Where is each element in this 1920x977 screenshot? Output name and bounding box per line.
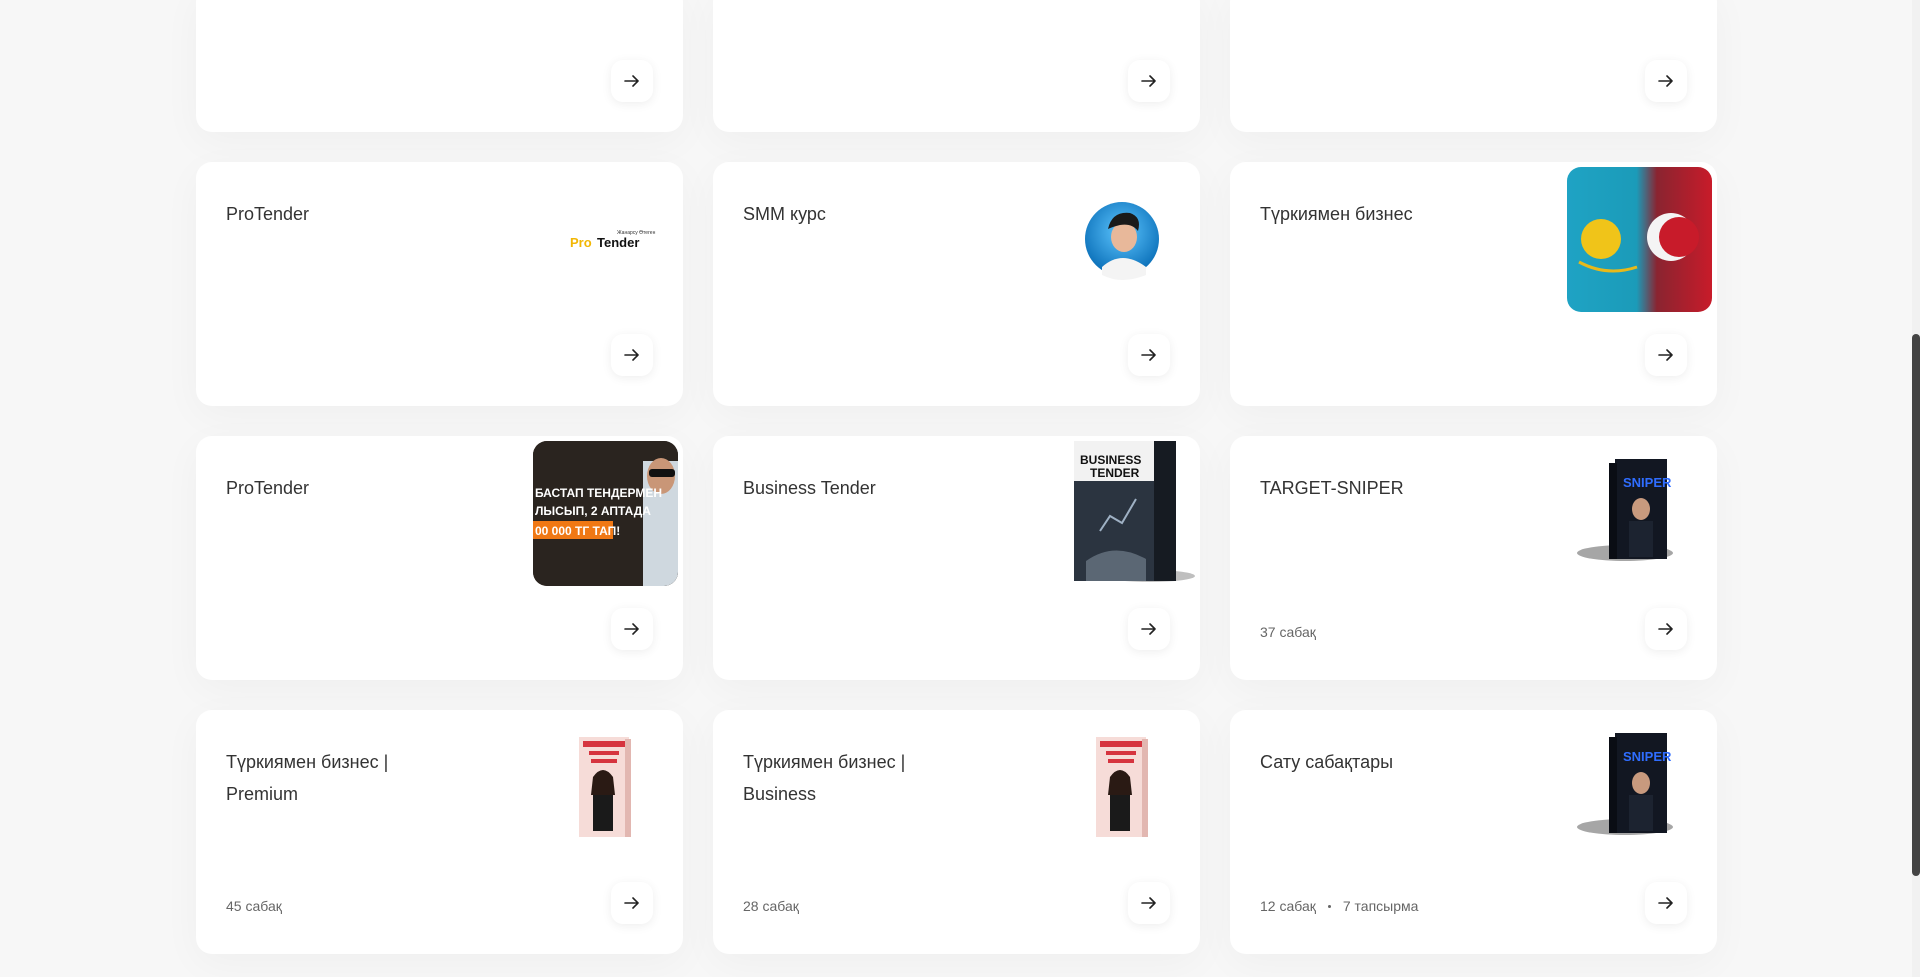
course-title: Түркиямен бизнес | Premium	[226, 752, 389, 804]
open-course-button[interactable]	[1645, 60, 1687, 102]
open-course-button[interactable]	[1128, 334, 1170, 376]
arrow-right-icon	[1658, 349, 1673, 361]
arrow-right-icon	[624, 623, 639, 635]
arrow-right-icon	[1141, 623, 1156, 635]
sniper-box-word: SNIPER	[1623, 475, 1672, 490]
arrow-right-icon	[1658, 75, 1673, 87]
course-title: TARGET-SNIPER	[1260, 478, 1404, 498]
course-meta: 28 сабақ	[743, 898, 799, 914]
course-card-target-sniper[interactable]: TARGET-SNIPER SNIPER 37 сабақ	[1230, 436, 1717, 680]
protender-logo-pro: Pro	[570, 235, 592, 250]
course-card[interactable]	[1230, 0, 1717, 132]
course-meta: 37 сабақ	[1260, 624, 1316, 640]
course-card-smm[interactable]: SMM курс	[713, 162, 1200, 406]
course-card-turkey-premium[interactable]: Түркиямен бизнес | Premium 45 сабақ	[196, 710, 683, 954]
course-title: ProTender	[226, 204, 310, 224]
course-image-turkey-book	[533, 715, 678, 860]
course-card-sales-lessons[interactable]: Сату сабақтары SNIPER 12 сабақ 7 тапсырм…	[1230, 710, 1717, 954]
arrow-right-icon	[1141, 349, 1156, 361]
course-title: Business Tender	[743, 478, 876, 498]
open-course-button[interactable]	[1128, 60, 1170, 102]
course-image-business-tender-box: BUSINESS TENDER	[1050, 441, 1195, 586]
course-card-protender-promo[interactable]: ProTender БАСТАП ТЕНДЕРМЕН ЛЫСЫП, 2 АПТА…	[196, 436, 683, 680]
open-course-button[interactable]	[611, 60, 653, 102]
task-count: 7 тапсырма	[1342, 898, 1419, 914]
arrow-right-icon	[624, 75, 639, 87]
course-image-protender-promo: БАСТАП ТЕНДЕРМЕН ЛЫСЫП, 2 АПТАДА 00 000 …	[533, 441, 678, 586]
course-title: Түркиямен бизнес	[1260, 204, 1413, 224]
course-card-turkey-business[interactable]: Түркиямен бизнес	[1230, 162, 1717, 406]
promo-line-2: ЛЫСЫП, 2 АПТАДА	[535, 504, 651, 518]
box-line-2: TENDER	[1090, 466, 1140, 480]
arrow-right-icon	[1658, 623, 1673, 635]
course-title: ProTender	[226, 478, 310, 498]
lesson-count: 45 сабақ	[226, 898, 282, 914]
scrollbar-thumb[interactable]	[1912, 334, 1920, 876]
open-course-button[interactable]	[611, 608, 653, 650]
course-image-person-avatar	[1050, 167, 1195, 312]
arrow-right-icon	[1141, 75, 1156, 87]
open-course-button[interactable]	[1645, 882, 1687, 924]
sniper-box-word: SNIPER	[1623, 749, 1672, 764]
course-card-business-tender[interactable]: Business Tender BUSINESS TENDER	[713, 436, 1200, 680]
course-title: Сату сабақтары	[1260, 752, 1394, 772]
course-image-sniper-box: SNIPER	[1567, 715, 1712, 860]
course-image-protender-logo: Жанарсу Өтеген Pro Tender	[533, 167, 678, 312]
course-meta: 45 сабақ	[226, 898, 282, 914]
protender-logo-tender: Tender	[597, 235, 639, 250]
course-image-kz-tr-flags	[1567, 167, 1712, 312]
open-course-button[interactable]	[611, 882, 653, 924]
open-course-button[interactable]	[1128, 882, 1170, 924]
arrow-right-icon	[624, 349, 639, 361]
course-meta: 12 сабақ 7 тапсырма	[1260, 898, 1418, 914]
course-card[interactable]	[713, 0, 1200, 132]
box-line-1: BUSINESS	[1080, 453, 1141, 467]
lesson-count: 12 сабақ	[1260, 898, 1316, 914]
arrow-right-icon	[624, 897, 639, 909]
open-course-button[interactable]	[1128, 608, 1170, 650]
promo-line-3: 00 000 ТГ ТАП!	[535, 524, 620, 538]
open-course-button[interactable]	[1645, 334, 1687, 376]
course-card-turkey-business-plan[interactable]: Түркиямен бизнес | Business 28 сабақ	[713, 710, 1200, 954]
course-title: Түркиямен бизнес | Business	[743, 752, 906, 804]
meta-separator-dot	[1327, 904, 1331, 908]
lesson-count: 28 сабақ	[743, 898, 799, 914]
course-grid: ProTender Жанарсу Өтеген Pro Tender SMM …	[196, 0, 1717, 954]
course-card-protender[interactable]: ProTender Жанарсу Өтеген Pro Tender	[196, 162, 683, 406]
open-course-button[interactable]	[611, 334, 653, 376]
promo-line-1: БАСТАП ТЕНДЕРМЕН	[535, 486, 662, 500]
course-image-turkey-book	[1050, 715, 1195, 860]
course-card[interactable]	[196, 0, 683, 132]
arrow-right-icon	[1658, 897, 1673, 909]
course-image-sniper-box: SNIPER	[1567, 441, 1712, 586]
page-scrollbar[interactable]	[1912, 0, 1920, 977]
lesson-count: 37 сабақ	[1260, 624, 1316, 640]
course-title: SMM курс	[743, 204, 826, 224]
open-course-button[interactable]	[1645, 608, 1687, 650]
arrow-right-icon	[1141, 897, 1156, 909]
